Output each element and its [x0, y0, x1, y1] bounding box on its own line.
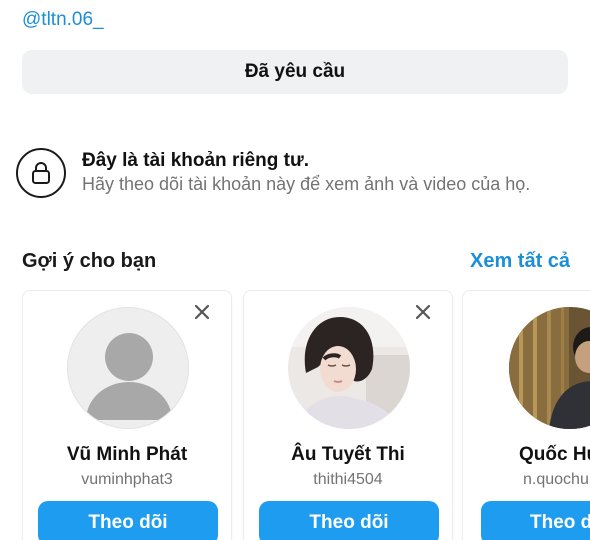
follow-button[interactable]: Theo dõi — [259, 501, 439, 540]
close-icon — [415, 304, 431, 320]
requested-button[interactable]: Đã yêu cầu — [22, 50, 568, 94]
suggestion-card: Vũ Minh Phát vuminhphat3 Theo dõi — [22, 290, 232, 540]
private-account-description: Hãy theo dõi tài khoản này để xem ảnh và… — [82, 174, 531, 194]
profile-handle-link[interactable]: @tltn.06_ — [22, 9, 104, 31]
see-all-link[interactable]: Xem tất cả — [470, 250, 570, 273]
private-account-notice: Đây là tài khoản riêng tư. Hãy theo dõi … — [16, 146, 586, 202]
lock-icon — [16, 148, 66, 198]
follow-button[interactable]: Theo d — [481, 501, 590, 540]
follow-button[interactable]: Theo dõi — [38, 501, 218, 540]
close-icon — [194, 304, 210, 320]
suggestion-username: n.quochu — [523, 471, 589, 488]
default-avatar-icon[interactable] — [67, 307, 189, 429]
suggestion-username: thithi4504 — [313, 471, 383, 488]
suggestion-username: vuminhphat3 — [81, 471, 173, 488]
profile-photo[interactable] — [509, 307, 590, 429]
dismiss-suggestion-button[interactable] — [191, 301, 213, 323]
suggestion-card: Quốc Hu n.quochu Theo d — [462, 290, 590, 540]
suggestion-name[interactable]: Quốc Hu — [519, 444, 590, 466]
dismiss-suggestion-button[interactable] — [412, 301, 434, 323]
suggestions-carousel: Vũ Minh Phát vuminhphat3 Theo dõi Âu Tuy… — [0, 290, 590, 540]
private-account-title: Đây là tài khoản riêng tư. — [82, 150, 310, 171]
suggestion-card: Âu Tuyết Thi thithi4504 Theo dõi — [243, 290, 453, 540]
suggestions-heading: Gợi ý cho bạn — [22, 250, 157, 272]
suggestion-name[interactable]: Vũ Minh Phát — [23, 444, 231, 466]
profile-photo[interactable] — [288, 307, 410, 429]
suggestion-name[interactable]: Âu Tuyết Thi — [244, 444, 452, 466]
